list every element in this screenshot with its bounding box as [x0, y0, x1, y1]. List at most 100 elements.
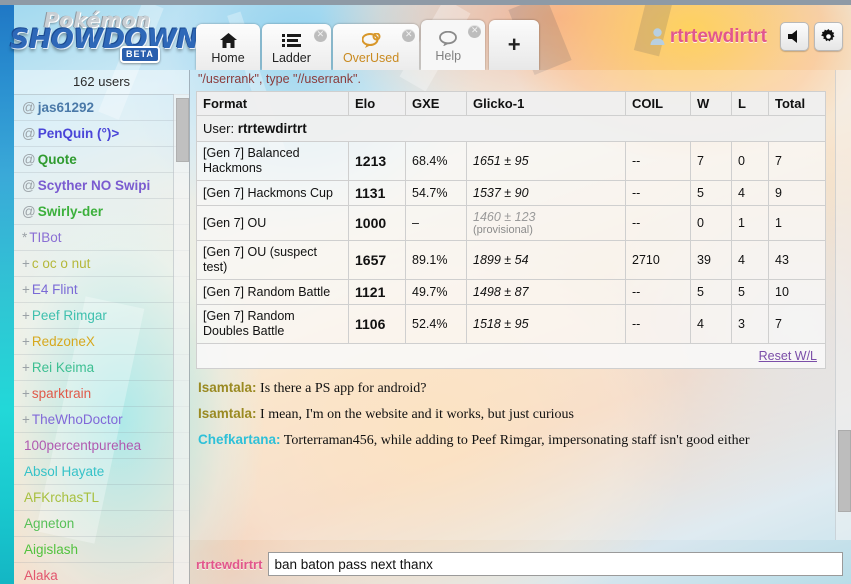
userlist-item[interactable]: @ Scyther NO Swipi [14, 173, 189, 199]
chat-message-author[interactable]: Isamtala: [198, 380, 257, 395]
tab-overused-label: OverUsed [342, 50, 400, 65]
tab-ladder[interactable]: Ladder ✕ [262, 24, 331, 70]
userrank-cell-elo: 1106 [348, 304, 406, 344]
userlist-scrollbar[interactable] [173, 94, 189, 584]
userrank-cell-elo: 1000 [348, 205, 406, 241]
userrank-foot: Reset W/L [196, 343, 826, 369]
userrank-cell-elo: 1121 [348, 279, 406, 305]
chat-scrollbar-thumb[interactable] [838, 430, 851, 512]
userrank-row: [Gen 7] Random Battle 1121 49.7% 1498 ± 87 -… [196, 279, 826, 305]
userlist-item[interactable]: @ Swirly-der [14, 199, 189, 225]
userlist-item-name: E4 Flint [31, 282, 78, 297]
chat-message-author[interactable]: Chefkartana: [198, 432, 281, 447]
userlist-item[interactable]: Agneton [14, 511, 189, 537]
gear-icon[interactable] [814, 22, 843, 51]
userrank-col-header: L [731, 91, 769, 116]
userlist-item-rank: + [22, 360, 30, 375]
userlist-item[interactable]: @ Quote [14, 147, 189, 173]
userlist-item-rank: @ [22, 204, 36, 219]
userrank-cell-w: 5 [690, 279, 732, 305]
userlist-scrollbar-thumb[interactable] [176, 98, 189, 162]
logo-beta-badge: BETA [120, 46, 160, 63]
userrank-cell-l: 5 [731, 279, 769, 305]
chat-message: Isamtala: Is there a PS app for android? [196, 375, 830, 401]
userrank-cell-coil: -- [625, 304, 691, 344]
userlist-item[interactable]: Absol Hayate [14, 459, 189, 485]
userrank-cell-coil: -- [625, 205, 691, 241]
userrank-row: [Gen 7] OU (suspect test) 1657 89.1% 1899 ±… [196, 240, 826, 280]
userlist-item[interactable]: + RedzoneX [14, 329, 189, 355]
userrank-cell-w: 7 [690, 141, 732, 181]
userrank-cell-l: 3 [731, 304, 769, 344]
userlist-item[interactable]: AFKrchasTL [14, 485, 189, 511]
userlist-item-name: Swirly-der [37, 204, 103, 219]
userrank-cell-total: 10 [768, 279, 826, 305]
userrank-col-header: Format [196, 91, 349, 116]
userrank-cell-l: 0 [731, 141, 769, 181]
userrank-cell-w: 4 [690, 304, 732, 344]
userlist-item[interactable]: @ jas61292 [14, 95, 189, 121]
userlist-item[interactable]: @ PenQuin (°)> [14, 121, 189, 147]
showdown-logo[interactable]: Pokémon SHOWDOWN BETA [8, 6, 199, 64]
userlist-item[interactable]: Alaka [14, 563, 189, 584]
userlist-item[interactable]: + sparktrain [14, 381, 189, 407]
userrank-cell-coil: -- [625, 141, 691, 181]
app-header: Pokémon SHOWDOWN BETA Home Ladder ✕ Over… [0, 0, 851, 70]
userlist-item-name: TIBot [29, 230, 62, 245]
userrank-row: [Gen 7] Hackmons Cup 1131 54.7% 1537 ± 90 --… [196, 180, 826, 206]
userrank-cell-total: 9 [768, 180, 826, 206]
userlist-item-rank: @ [22, 126, 36, 141]
userlist-item[interactable]: + Rei Keima [14, 355, 189, 381]
glicko-value: 1498 ± 87 [473, 285, 529, 299]
userrank-cell-format: [Gen 7] Balanced Hackmons [196, 141, 349, 181]
userrank-cell-total: 7 [768, 141, 826, 181]
userrank-cell-gxe: 52.4% [405, 304, 467, 344]
chat-input[interactable] [268, 552, 843, 576]
userlist-item[interactable]: + E4 Flint [14, 277, 189, 303]
userlist-item[interactable]: + Peef Rimgar [14, 303, 189, 329]
tab-help[interactable]: Help ✕ [421, 20, 486, 70]
tab-help-close-icon[interactable]: ✕ [468, 25, 482, 38]
userrank-table: User: rtrtewdirtrt Format Elo GXE Glicko-1 C… [196, 91, 826, 369]
userlist-item[interactable]: 100percentpurehea [14, 433, 189, 459]
tab-overused[interactable]: OverUsed ✕ [332, 24, 420, 70]
header-username[interactable]: rtrtewdirtrt [670, 26, 767, 48]
userlist-item-rank: + [22, 412, 30, 427]
tab-home-label: Home [211, 50, 245, 65]
userlist-item-rank: + [22, 386, 30, 401]
userrank-cell-elo: 1131 [348, 180, 406, 206]
userlist-item-name: c oc o nut [31, 256, 91, 271]
chat-message: Isamtala: I mean, I'm on the website and… [196, 401, 830, 427]
userrank-cell-glicko: 1537 ± 90 [466, 180, 626, 206]
userrank-cell-w: 39 [690, 240, 732, 280]
reset-wl-link[interactable]: Reset W/L [759, 349, 817, 363]
userrank-foot-cell: Reset W/L [196, 343, 826, 369]
chat-scrollbar[interactable] [835, 70, 851, 540]
tab-overused-close-icon[interactable]: ✕ [402, 29, 416, 42]
userrank-cell-total: 43 [768, 240, 826, 280]
userrank-caption-cell: User: rtrtewdirtrt [196, 115, 826, 142]
userlist-item[interactable]: + TheWhoDoctor [14, 407, 189, 433]
userrank-cell-glicko: 1651 ± 95 [466, 141, 626, 181]
userrank-cell-format: [Gen 7] Random Doubles Battle [196, 304, 349, 344]
userrank-cell-glicko: 1518 ± 95 [466, 304, 626, 344]
chat-message-text: Is there a PS app for android? [256, 381, 427, 396]
glicko-value: 1537 ± 90 [473, 186, 529, 200]
userlist-item-name: Quote [37, 152, 77, 167]
speaker-icon[interactable] [780, 22, 809, 51]
userrank-cell-coil: 2710 [625, 240, 691, 280]
userrank-col-header: COIL [625, 91, 691, 116]
userrank-col-header: Elo [348, 91, 406, 116]
userrank-col-header: Glicko-1 [466, 91, 626, 116]
userlist-item-name: PenQuin (°)> [37, 126, 120, 141]
userlist-item[interactable]: + c oc o nut [14, 251, 189, 277]
glicko-value: 1899 ± 54 [473, 253, 529, 267]
userrank-cell-gxe: 54.7% [405, 180, 467, 206]
tab-ladder-close-icon[interactable]: ✕ [313, 29, 327, 42]
chat-message-author[interactable]: Isamtala: [198, 406, 257, 421]
userlist-item[interactable]: Aigislash [14, 537, 189, 563]
add-tab-button[interactable]: + [489, 20, 540, 70]
userrank-cell-l: 4 [731, 240, 769, 280]
tab-home[interactable]: Home [196, 24, 260, 70]
userlist-item[interactable]: * TIBot [14, 225, 189, 251]
